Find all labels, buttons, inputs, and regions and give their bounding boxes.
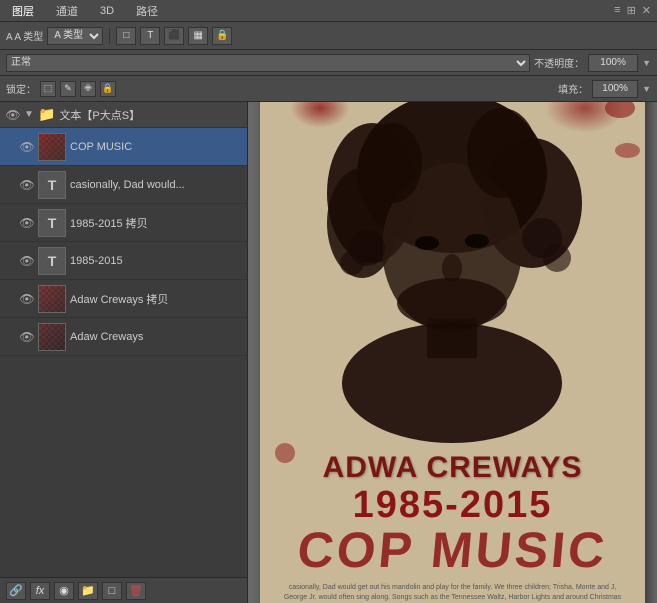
new-layer-btn[interactable]: □ <box>102 582 122 600</box>
group-folder-icon: 📁 <box>38 106 55 123</box>
layer-name-4: Adaw Creways 拷贝 <box>70 291 241 307</box>
btn-5[interactable]: 🔒 <box>212 27 232 45</box>
layer-item[interactable]: 👁 T 1985-2015 拷贝 <box>0 204 247 242</box>
btn-4[interactable]: ▦ <box>188 27 208 45</box>
opacity-label: 不透明度： <box>534 55 584 70</box>
link-layers-btn[interactable]: 🔗 <box>6 582 26 600</box>
close-panel-icon[interactable]: ✕ <box>642 4 651 17</box>
layer-thumb-5 <box>38 323 66 351</box>
layer-thumb-2: T <box>38 209 66 237</box>
delete-layer-btn[interactable]: 🗑 <box>126 582 146 600</box>
tab-layers[interactable]: 图层 <box>6 1 40 21</box>
layer-name-2: 1985-2015 拷贝 <box>70 215 241 231</box>
group-expand-arrow[interactable]: ▼ <box>24 109 34 120</box>
layer-eye-3[interactable]: 👁 <box>20 254 34 268</box>
layer-item[interactable]: 👁 Adaw Creways 拷贝 <box>0 280 247 318</box>
layer-name-1: casionally, Dad would... <box>70 179 241 191</box>
layer-item[interactable]: 👁 COP MUSIC <box>0 128 247 166</box>
portrait-svg <box>292 102 612 453</box>
lock-all-btn[interactable]: 🔒 <box>100 81 116 97</box>
layer-thumb-4 <box>38 285 66 313</box>
expand-icon[interactable]: ⊞ <box>627 4 636 17</box>
layer-item[interactable]: 👁 Adaw Creways <box>0 318 247 356</box>
folder-btn[interactable]: 📁 <box>78 582 98 600</box>
layer-thumb-3: T <box>38 247 66 275</box>
lock-pixels-btn[interactable]: ✎ <box>60 81 76 97</box>
fill-arrow[interactable]: ▼ <box>642 84 651 94</box>
layer-eye-2[interactable]: 👁 <box>20 216 34 230</box>
layer-eye-0[interactable]: 👁 <box>20 140 34 154</box>
splatter-6 <box>615 143 640 158</box>
lock-transparent-btn[interactable]: ⬚ <box>40 81 56 97</box>
tab-channels[interactable]: 通道 <box>50 1 84 21</box>
layer-item[interactable]: 👁 T 1985-2015 <box>0 242 247 280</box>
top-bar: 图层 通道 3D 路径 ≡ ⊞ ✕ <box>0 0 657 22</box>
tab-3d[interactable]: 3D <box>94 3 120 19</box>
toolbar-row-2: 正常 不透明度： ▼ <box>0 50 657 76</box>
poster-text-area: ADWA CREWAYS 1985-2015 COP MUSIC casiona… <box>260 441 645 603</box>
description-text: casionally, Dad would get out his mandol… <box>270 583 635 603</box>
panel-menu-icon[interactable]: ≡ <box>614 4 620 17</box>
type-icon: A <box>6 32 12 43</box>
layer-name-5: Adaw Creways <box>70 331 241 343</box>
layer-eye-4[interactable]: 👁 <box>20 292 34 306</box>
group-eye-icon[interactable]: 👁 <box>6 108 20 122</box>
layer-item[interactable]: 👁 T casionally, Dad would... <box>0 166 247 204</box>
layer-thumb-0 <box>38 133 66 161</box>
sep-1 <box>109 28 110 44</box>
opacity-arrow[interactable]: ▼ <box>642 58 651 68</box>
layers-panel: 👁 ▼ 📁 文本【P大点S】 👁 COP MUSIC 👁 T <box>0 102 248 603</box>
opacity-input[interactable] <box>588 54 638 72</box>
layer-thumb-1: T <box>38 171 66 199</box>
fill-input[interactable] <box>592 80 638 98</box>
toolbar-row-3: 锁定： ⬚ ✎ ✙ 🔒 填充： ▼ <box>0 76 657 102</box>
fx-btn[interactable]: fx <box>30 582 50 600</box>
type-label: A A 类型 <box>6 28 43 43</box>
cop-music-text: COP MUSIC <box>267 521 637 579</box>
artist-name: ADWA CREWAYS <box>270 451 635 484</box>
layer-eye-5[interactable]: 👁 <box>20 330 34 344</box>
panel-bottom: 🔗 fx ◉ 📁 □ 🗑 <box>0 577 247 603</box>
type-select[interactable]: A 类型 <box>47 27 103 45</box>
mask-btn[interactable]: ◉ <box>54 582 74 600</box>
toolbar-row-1: A A 类型 A 类型 □ T ⬛ ▦ 🔒 <box>0 22 657 50</box>
layer-group[interactable]: 👁 ▼ 📁 文本【P大点S】 <box>0 102 247 128</box>
poster-canvas: ADWA CREWAYS 1985-2015 COP MUSIC casiona… <box>260 102 645 603</box>
btn-3[interactable]: ⬛ <box>164 27 184 45</box>
btn-1[interactable]: □ <box>116 27 136 45</box>
main-content: 👁 ▼ 📁 文本【P大点S】 👁 COP MUSIC 👁 T <box>0 102 657 603</box>
group-name: 文本【P大点S】 <box>59 107 241 123</box>
canvas-area: ADWA CREWAYS 1985-2015 COP MUSIC casiona… <box>248 102 657 603</box>
layer-name-3: 1985-2015 <box>70 255 241 267</box>
lock-label: 锁定： <box>6 81 36 96</box>
layer-eye-1[interactable]: 👁 <box>20 178 34 192</box>
fill-label: 填充： <box>558 81 588 96</box>
layer-name-0: COP MUSIC <box>70 141 241 153</box>
btn-2[interactable]: T <box>140 27 160 45</box>
blend-mode-select[interactable]: 正常 <box>6 54 530 72</box>
tab-paths[interactable]: 路径 <box>130 1 164 21</box>
layers-list: 👁 COP MUSIC 👁 T casionally, Dad would...… <box>0 128 247 577</box>
lock-position-btn[interactable]: ✙ <box>80 81 96 97</box>
